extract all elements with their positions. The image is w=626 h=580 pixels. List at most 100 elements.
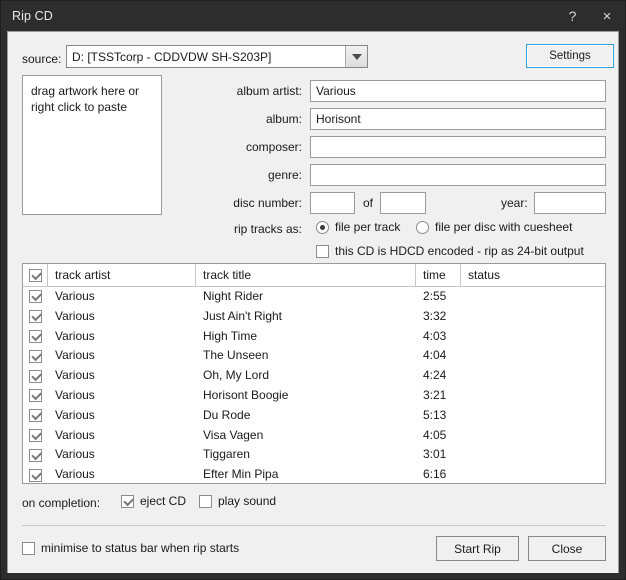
- track-time-cell: 6:16: [423, 467, 447, 482]
- table-row[interactable]: Various Just Ain't Right 3:32: [23, 307, 605, 327]
- track-artist-cell: Various: [55, 407, 95, 422]
- track-list-header: track artist track title time status: [23, 264, 605, 287]
- rip-cd-window: Rip CD ? × source: D: [TSSTcorp - CDDVDW…: [0, 0, 626, 580]
- track-artist-cell: Various: [55, 467, 95, 482]
- checkbox-play-sound[interactable]: play sound: [199, 494, 276, 508]
- track-title-cell: High Time: [203, 328, 258, 343]
- checkbox-hdcd[interactable]: this CD is HDCD encoded - rip as 24-bit …: [316, 244, 584, 258]
- table-row[interactable]: Various Efter Min Pipa 6:16: [23, 465, 605, 483]
- year-field[interactable]: [534, 192, 606, 214]
- composer-label: composer:: [245, 140, 302, 154]
- table-row[interactable]: Various Du Rode 5:13: [23, 406, 605, 426]
- track-artist-cell: Various: [55, 328, 95, 343]
- radio-file-per-track-label: file per track: [335, 220, 401, 234]
- track-checkbox-indicator: [29, 428, 42, 442]
- column-header-time[interactable]: time: [415, 264, 460, 286]
- track-title-cell: Visa Vagen: [203, 427, 264, 442]
- track-time-cell: 3:01: [423, 447, 447, 462]
- chevron-down-icon[interactable]: [345, 46, 367, 67]
- checkbox-minimise[interactable]: minimise to status bar when rip starts: [22, 541, 239, 555]
- checkbox-hdcd-indicator: [316, 244, 329, 258]
- track-checkbox[interactable]: [23, 445, 47, 465]
- track-list[interactable]: track artist track title time status Var…: [22, 263, 606, 484]
- album-label: album:: [265, 112, 302, 126]
- table-row[interactable]: Various Oh, My Lord 4:24: [23, 366, 605, 386]
- track-status-cell: [460, 406, 605, 426]
- artwork-dropzone[interactable]: drag artwork here or right click to past…: [22, 75, 162, 215]
- table-row[interactable]: Various The Unseen 4:04: [23, 346, 605, 366]
- column-header-track-title[interactable]: track title: [195, 264, 415, 286]
- track-checkbox-indicator: [29, 349, 42, 363]
- disc-number-label: disc number:: [233, 196, 302, 210]
- year-label: year:: [501, 196, 528, 210]
- track-checkbox-indicator: [29, 329, 42, 343]
- track-artist-cell: Various: [55, 427, 95, 442]
- composer-field[interactable]: [310, 136, 606, 158]
- track-checkbox[interactable]: [23, 426, 47, 446]
- track-checkbox[interactable]: [23, 346, 47, 366]
- source-label: source:: [22, 52, 62, 66]
- table-row[interactable]: Various Visa Vagen 4:05: [23, 426, 605, 446]
- track-checkbox-indicator: [29, 409, 42, 423]
- album-artist-label: album artist:: [236, 84, 302, 98]
- radio-file-per-track-indicator: [316, 220, 329, 234]
- track-checkbox-indicator: [29, 448, 42, 462]
- checkbox-play-sound-indicator: [199, 494, 212, 508]
- close-icon[interactable]: ×: [589, 1, 625, 31]
- genre-label: genre:: [267, 168, 302, 182]
- table-row[interactable]: Various High Time 4:03: [23, 327, 605, 347]
- track-status-cell: [460, 426, 605, 446]
- title-bar: Rip CD ? ×: [1, 1, 625, 31]
- track-checkbox[interactable]: [23, 327, 47, 347]
- track-checkbox[interactable]: [23, 406, 47, 426]
- table-row[interactable]: Various Tiggaren 3:01: [23, 445, 605, 465]
- track-list-body: Various Night Rider 2:55 Various Just Ain't …: [23, 287, 605, 483]
- disc-number-field[interactable]: [310, 192, 355, 214]
- track-checkbox[interactable]: [23, 465, 47, 483]
- track-status-cell: [460, 346, 605, 366]
- dialog-client-area: source: D: [TSSTcorp - CDDVDW SH-S203P] …: [7, 31, 619, 573]
- track-artist-cell: Various: [55, 368, 95, 383]
- table-row[interactable]: Various Night Rider 2:55: [23, 287, 605, 307]
- track-time-cell: 3:21: [423, 387, 447, 402]
- track-checkbox[interactable]: [23, 386, 47, 406]
- track-artist-cell: Various: [55, 308, 95, 323]
- window-title: Rip CD: [12, 9, 53, 23]
- track-checkbox-indicator: [29, 389, 42, 403]
- column-header-status[interactable]: status: [460, 264, 605, 286]
- track-checkbox-indicator: [29, 369, 42, 383]
- track-checkbox[interactable]: [23, 366, 47, 386]
- source-dropdown[interactable]: D: [TSSTcorp - CDDVDW SH-S203P]: [66, 45, 368, 68]
- column-header-track-artist[interactable]: track artist: [47, 264, 195, 286]
- track-checkbox[interactable]: [23, 307, 47, 327]
- table-row[interactable]: Various Horisont Boogie 3:21: [23, 386, 605, 406]
- title-bar-buttons: ? ×: [556, 1, 625, 31]
- checkbox-eject-cd[interactable]: eject CD: [121, 494, 186, 508]
- disc-total-field[interactable]: [380, 192, 426, 214]
- track-time-cell: 4:04: [423, 348, 447, 363]
- track-title-cell: Tiggaren: [203, 447, 250, 462]
- track-artist-cell: Various: [55, 387, 95, 402]
- select-all-checkbox[interactable]: [23, 264, 47, 286]
- radio-file-per-disc[interactable]: file per disc with cuesheet: [416, 220, 572, 234]
- track-checkbox[interactable]: [23, 287, 47, 307]
- radio-file-per-track[interactable]: file per track: [316, 220, 400, 234]
- checkbox-minimise-indicator: [22, 541, 35, 555]
- track-title-cell: The Unseen: [203, 348, 269, 363]
- track-title-cell: Just Ain't Right: [203, 308, 282, 323]
- album-artist-field[interactable]: Various: [310, 80, 606, 102]
- close-button[interactable]: Close: [528, 536, 606, 561]
- start-rip-button[interactable]: Start Rip: [436, 536, 519, 561]
- settings-button[interactable]: Settings: [526, 44, 614, 68]
- checkbox-play-sound-label: play sound: [218, 494, 277, 508]
- track-artist-cell: Various: [55, 348, 95, 363]
- checkbox-hdcd-label: this CD is HDCD encoded - rip as 24-bit …: [335, 244, 584, 258]
- checkbox-eject-cd-indicator: [121, 494, 134, 508]
- radio-file-per-disc-indicator: [416, 220, 429, 234]
- track-time-cell: 3:32: [423, 308, 447, 323]
- genre-field[interactable]: [310, 164, 606, 186]
- source-dropdown-value: D: [TSSTcorp - CDDVDW SH-S203P]: [72, 49, 272, 64]
- help-icon[interactable]: ?: [556, 1, 589, 31]
- track-status-cell: [460, 465, 605, 483]
- album-field[interactable]: Horisont: [310, 108, 606, 130]
